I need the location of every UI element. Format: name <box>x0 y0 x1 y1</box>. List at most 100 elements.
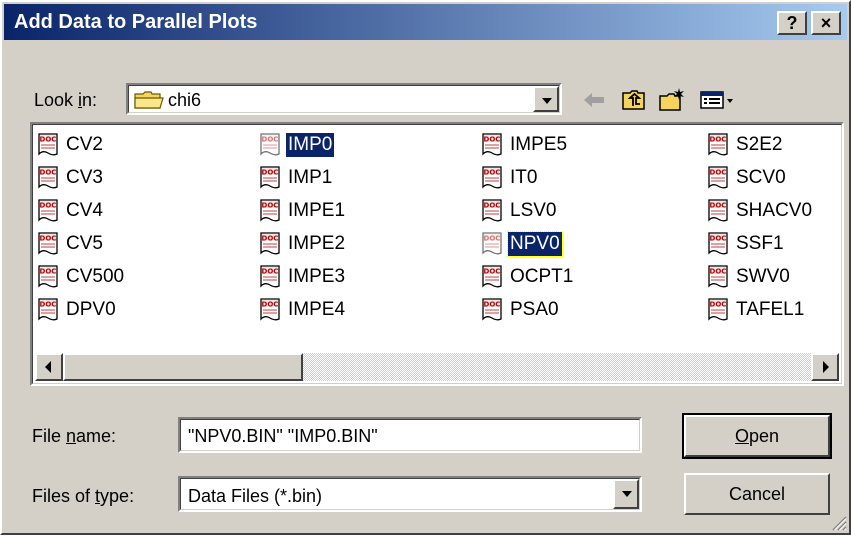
file-item-label: CV500 <box>66 266 125 287</box>
document-icon: DOC <box>706 297 732 323</box>
file-item[interactable]: DOC SSF1 <box>706 231 786 257</box>
file-item-label: IMPE3 <box>288 266 346 287</box>
look-in-label: Look in: <box>34 90 98 110</box>
svg-text:DOC: DOC <box>40 301 57 309</box>
resize-grip-icon[interactable] <box>829 513 847 531</box>
document-icon: DOC <box>706 231 732 257</box>
scroll-right-button[interactable] <box>811 353 839 381</box>
file-type-label: Files of type: <box>32 486 135 506</box>
look-in-dropdown-button[interactable] <box>533 86 559 112</box>
svg-text:DOC: DOC <box>40 235 57 243</box>
document-icon: DOC <box>706 264 732 290</box>
file-item[interactable]: DOC NPV0 <box>480 231 563 257</box>
back-arrow-icon[interactable] <box>580 86 608 114</box>
document-icon: DOC <box>480 231 506 257</box>
file-item[interactable]: DOC CV4 <box>36 198 105 224</box>
file-item-label: SWV0 <box>736 266 790 287</box>
help-button[interactable]: ? <box>777 11 807 35</box>
svg-text:DOC: DOC <box>262 136 279 144</box>
document-icon: DOC <box>36 297 62 323</box>
document-icon: DOC <box>258 165 284 191</box>
cancel-button[interactable]: Cancel <box>684 473 830 515</box>
document-icon: DOC <box>706 198 732 224</box>
svg-text:DOC: DOC <box>262 235 279 243</box>
svg-text:DOC: DOC <box>40 169 57 177</box>
file-item[interactable]: DOC SWV0 <box>706 264 792 290</box>
document-icon: DOC <box>480 198 506 224</box>
look-in-combo[interactable]: chi6 <box>126 83 562 115</box>
file-item[interactable]: DOC IMPE1 <box>258 198 347 224</box>
file-list[interactable]: DOC CV2 DOC CV3 DOC CV4 DOC CV5 DOC CV500 DOC DPV0 D… <box>30 122 844 386</box>
file-item[interactable]: DOC LSV0 <box>480 198 558 224</box>
document-icon: DOC <box>258 132 284 158</box>
file-type-dropdown-button[interactable] <box>613 479 639 509</box>
file-item-label: TAFEL1 <box>736 299 805 320</box>
file-item-label: IMPE5 <box>510 134 568 155</box>
file-item-label: CV2 <box>66 134 103 155</box>
svg-text:DOC: DOC <box>262 268 279 276</box>
scroll-left-button[interactable] <box>35 353 63 381</box>
svg-text:DOC: DOC <box>262 169 279 177</box>
file-item[interactable]: DOC IMPE2 <box>258 231 347 257</box>
file-name-value: "NPV0.BIN" "IMP0.BIN" <box>188 426 378 446</box>
file-item[interactable]: DOC IT0 <box>480 165 539 191</box>
folder-icon <box>134 90 164 110</box>
add-data-dialog: Add Data to Parallel Plots ? × Look in: … <box>0 0 851 535</box>
svg-text:DOC: DOC <box>484 301 501 309</box>
file-type-value: Data Files (*.bin) <box>188 486 323 506</box>
view-menu-icon[interactable] <box>698 86 738 114</box>
file-item-label: OCPT1 <box>510 266 574 287</box>
horizontal-scrollbar[interactable] <box>35 353 839 381</box>
svg-text:DOC: DOC <box>710 136 727 144</box>
svg-text:DOC: DOC <box>710 235 727 243</box>
document-icon: DOC <box>258 264 284 290</box>
file-item-label: PSA0 <box>510 299 559 320</box>
file-item-label: IMPE2 <box>288 233 346 254</box>
file-item-label: SSF1 <box>736 233 784 254</box>
file-item[interactable]: DOC CV500 <box>36 264 126 290</box>
file-item[interactable]: DOC OCPT1 <box>480 264 575 290</box>
file-item[interactable]: DOC PSA0 <box>480 297 561 323</box>
look-in-value: chi6 <box>168 90 202 110</box>
file-item-label: CV5 <box>66 233 103 254</box>
file-item[interactable]: DOC IMP0 <box>258 132 335 158</box>
file-item[interactable]: DOC IMPE4 <box>258 297 347 323</box>
file-item[interactable]: DOC SCV0 <box>706 165 788 191</box>
svg-text:DOC: DOC <box>484 169 501 177</box>
document-icon: DOC <box>480 297 506 323</box>
title-bar[interactable]: Add Data to Parallel Plots ? × <box>4 4 847 40</box>
svg-text:DOC: DOC <box>40 136 57 144</box>
document-icon: DOC <box>480 165 506 191</box>
document-icon: DOC <box>258 231 284 257</box>
file-item-label: S2E2 <box>736 134 783 155</box>
file-item[interactable]: DOC CV5 <box>36 231 105 257</box>
file-item-label: SHACV0 <box>736 200 813 221</box>
document-icon: DOC <box>258 198 284 224</box>
svg-text:DOC: DOC <box>262 202 279 210</box>
file-item-label: IMPE4 <box>288 299 346 320</box>
file-type-select[interactable]: Data Files (*.bin) <box>178 476 642 512</box>
svg-text:DOC: DOC <box>710 202 727 210</box>
file-item-label: IMP1 <box>288 167 333 188</box>
open-button[interactable]: Open <box>682 413 832 459</box>
svg-text:DOC: DOC <box>40 268 57 276</box>
scroll-thumb[interactable] <box>63 353 303 381</box>
file-item-label: SCV0 <box>736 167 786 188</box>
svg-text:DOC: DOC <box>710 169 727 177</box>
file-item[interactable]: DOC DPV0 <box>36 297 118 323</box>
close-button[interactable]: × <box>811 11 841 35</box>
svg-text:DOC: DOC <box>40 202 57 210</box>
file-item[interactable]: DOC TAFEL1 <box>706 297 806 323</box>
file-item-label: DPV0 <box>66 299 116 320</box>
file-item[interactable]: DOC SHACV0 <box>706 198 814 224</box>
file-item[interactable]: DOC CV3 <box>36 165 105 191</box>
file-name-label: File name: <box>32 426 117 446</box>
file-item[interactable]: DOC IMPE5 <box>480 132 569 158</box>
up-folder-icon[interactable] <box>620 86 648 114</box>
file-item[interactable]: DOC IMP1 <box>258 165 334 191</box>
file-item[interactable]: DOC S2E2 <box>706 132 784 158</box>
file-item[interactable]: DOC IMPE3 <box>258 264 347 290</box>
file-item[interactable]: DOC CV2 <box>36 132 105 158</box>
file-name-field[interactable]: "NPV0.BIN" "IMP0.BIN" <box>178 417 642 453</box>
new-folder-icon[interactable] <box>658 86 686 114</box>
